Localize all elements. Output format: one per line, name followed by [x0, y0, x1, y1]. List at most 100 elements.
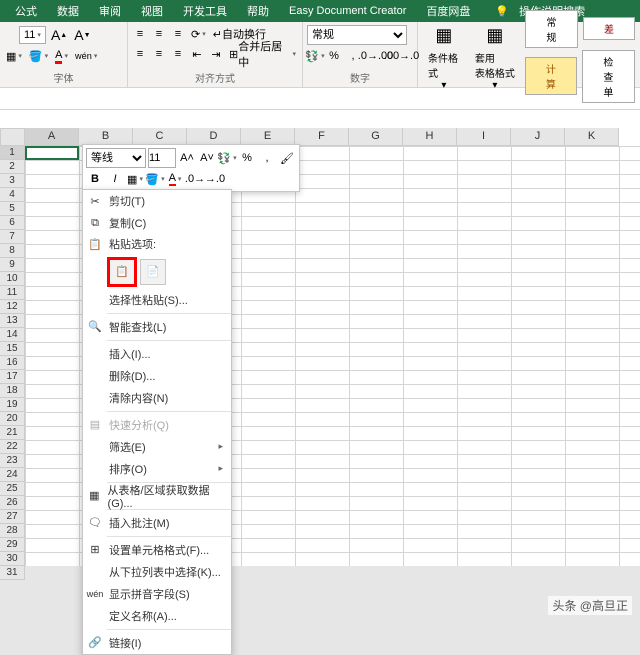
row-header[interactable]: 5	[0, 202, 25, 216]
orientation-icon[interactable]: ⟳	[189, 25, 208, 43]
mini-border-icon[interactable]: ▦	[126, 170, 144, 188]
ctx-pick-list[interactable]: 从下拉列表中选择(K)...	[83, 561, 231, 583]
select-all-corner[interactable]	[0, 128, 25, 146]
ctx-phonetic[interactable]: wén显示拼音字段(S)	[83, 583, 231, 605]
row-header[interactable]: 27	[0, 510, 25, 524]
mini-format-painter-icon[interactable]: 🖌	[278, 149, 296, 167]
row-header[interactable]: 11	[0, 286, 25, 300]
row-header[interactable]: 29	[0, 538, 25, 552]
mini-bold-icon[interactable]: B	[86, 170, 104, 188]
phonetic-icon[interactable]: wén	[73, 47, 99, 65]
ctx-get-data[interactable]: ▦从表格/区域获取数据(G)...	[83, 485, 231, 507]
active-cell[interactable]	[25, 146, 79, 160]
row-header[interactable]: 10	[0, 272, 25, 286]
ctx-paste-special[interactable]: 选择性粘贴(S)...	[83, 289, 231, 311]
tab-data[interactable]: 数据	[47, 0, 89, 22]
align-left-icon[interactable]: ≡	[132, 45, 148, 63]
row-header[interactable]: 7	[0, 230, 25, 244]
cell-style-calc[interactable]: 计算	[525, 57, 577, 95]
row-header[interactable]: 2	[0, 160, 25, 174]
row-header[interactable]: 14	[0, 328, 25, 342]
tab-help[interactable]: 帮助	[237, 0, 279, 22]
col-header[interactable]: F	[295, 128, 349, 146]
ctx-insert[interactable]: 插入(I)...	[83, 343, 231, 365]
row-header[interactable]: 4	[0, 188, 25, 202]
row-header[interactable]: 22	[0, 440, 25, 454]
mini-italic-icon[interactable]: I	[106, 170, 124, 188]
row-header[interactable]: 9	[0, 258, 25, 272]
cell-style-bad[interactable]: 差	[583, 17, 635, 40]
ctx-cut[interactable]: ✂剪切(T)	[83, 190, 231, 212]
increase-font-icon[interactable]: A▲	[49, 26, 69, 44]
ctx-format-cells[interactable]: ⊞设置单元格格式(F)...	[83, 539, 231, 561]
row-header[interactable]: 28	[0, 524, 25, 538]
mini-fontcolor-icon[interactable]: A	[166, 170, 184, 188]
row-header[interactable]: 16	[0, 356, 25, 370]
mini-inc-font-icon[interactable]: A˄	[178, 149, 196, 167]
row-header[interactable]: 8	[0, 244, 25, 258]
indent-inc-icon[interactable]: ⇥	[208, 45, 224, 63]
ctx-delete[interactable]: 删除(D)...	[83, 365, 231, 387]
align-top-icon[interactable]: ≡	[132, 25, 148, 43]
font-size-select[interactable]: 11	[19, 26, 46, 44]
ctx-clear[interactable]: 清除内容(N)	[83, 387, 231, 409]
paste-option-values[interactable]: 📄	[140, 259, 166, 285]
ctx-smart-lookup[interactable]: 🔍智能查找(L)	[83, 316, 231, 338]
row-header[interactable]: 31	[0, 566, 25, 580]
fill-color-icon[interactable]: 🪣	[27, 47, 50, 65]
tab-review[interactable]: 审阅	[89, 0, 131, 22]
col-header[interactable]: K	[565, 128, 619, 146]
decrease-font-icon[interactable]: A▼	[72, 26, 92, 44]
col-header[interactable]: H	[403, 128, 457, 146]
tab-view[interactable]: 视图	[131, 0, 173, 22]
font-color-icon[interactable]: A	[53, 47, 70, 65]
dec-decimal-icon[interactable]: .00→.0	[390, 47, 413, 65]
mini-font-select[interactable]: 等线	[86, 148, 146, 168]
mini-size-input[interactable]	[148, 148, 176, 168]
row-header[interactable]: 19	[0, 398, 25, 412]
cell-style-normal[interactable]: 常规	[525, 10, 578, 48]
row-header[interactable]: 15	[0, 342, 25, 356]
row-header[interactable]: 6	[0, 216, 25, 230]
row-header[interactable]: 23	[0, 454, 25, 468]
tab-formulas[interactable]: 公式	[5, 0, 47, 22]
ctx-filter[interactable]: 筛选(E)	[83, 436, 231, 458]
col-header[interactable]: I	[457, 128, 511, 146]
ctx-sort[interactable]: 排序(O)	[83, 458, 231, 480]
align-center-icon[interactable]: ≡	[151, 45, 167, 63]
align-right-icon[interactable]: ≡	[170, 45, 186, 63]
row-header[interactable]: 3	[0, 174, 25, 188]
tab-devtools[interactable]: 开发工具	[173, 0, 237, 22]
row-header[interactable]: 13	[0, 314, 25, 328]
mini-fill-icon[interactable]: 🪣	[146, 170, 164, 188]
mini-percent-icon[interactable]: %	[238, 149, 256, 167]
number-format-select[interactable]: 常规	[307, 25, 407, 45]
row-header[interactable]: 12	[0, 300, 25, 314]
row-header[interactable]: 25	[0, 482, 25, 496]
table-format-button[interactable]: ▦套用 表格格式▾	[469, 20, 521, 93]
accounting-icon[interactable]: 💱	[307, 47, 323, 65]
row-header[interactable]: 20	[0, 412, 25, 426]
align-middle-icon[interactable]: ≡	[151, 25, 167, 43]
ctx-copy[interactable]: ⧉复制(C)	[83, 212, 231, 234]
ctx-link[interactable]: 🔗链接(I)	[83, 632, 231, 654]
row-header[interactable]: 18	[0, 384, 25, 398]
percent-icon[interactable]: %	[326, 47, 342, 65]
col-header[interactable]: J	[511, 128, 565, 146]
col-header[interactable]: A	[25, 128, 79, 146]
merge-button[interactable]: ⊞ 合并后居中	[227, 45, 298, 63]
cell-style-check[interactable]: 检查单	[582, 50, 635, 103]
row-header[interactable]: 30	[0, 552, 25, 566]
row-header[interactable]: 17	[0, 370, 25, 384]
col-header[interactable]: G	[349, 128, 403, 146]
row-header[interactable]: 26	[0, 496, 25, 510]
ctx-define-name[interactable]: 定义名称(A)...	[83, 605, 231, 627]
ctx-insert-comment[interactable]: 🗨插入批注(M)	[83, 512, 231, 534]
row-header[interactable]: 21	[0, 426, 25, 440]
mini-dec-font-icon[interactable]: A˅	[198, 149, 216, 167]
mini-incdec-icon[interactable]: .0→	[186, 170, 204, 188]
tab-easy-doc[interactable]: Easy Document Creator	[279, 2, 416, 20]
paste-option-default[interactable]: 📋	[109, 259, 135, 285]
border-icon[interactable]: ▦	[4, 47, 24, 65]
mini-decdec-icon[interactable]: →.0	[206, 170, 224, 188]
